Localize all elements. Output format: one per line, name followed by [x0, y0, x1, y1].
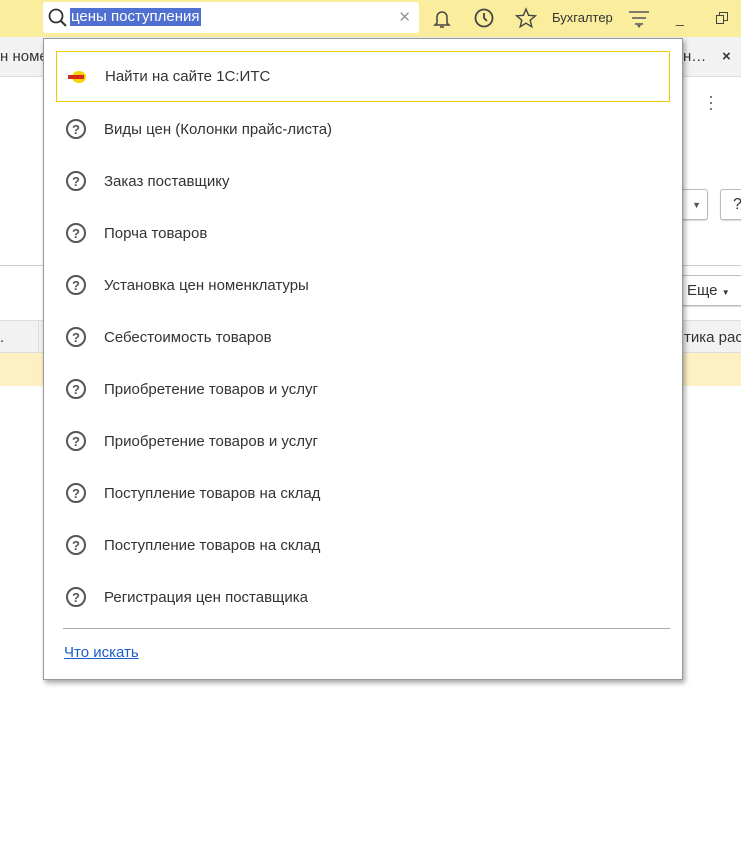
clear-search-icon[interactable]: ✕ [398, 8, 411, 26]
help-button[interactable]: ? [720, 189, 741, 220]
help-icon: ? [66, 275, 86, 295]
search-icon [48, 8, 67, 27]
tab-left[interactable]: н номе [0, 48, 48, 65]
suggestion-label: Поступление товаров на склад [104, 484, 321, 502]
its-logo-icon [66, 66, 88, 88]
search-input[interactable]: цены поступления [70, 8, 201, 26]
suggestion-item[interactable]: ? Заказ поставщику [56, 155, 670, 207]
suggestion-label: Найти на сайте 1С:ИТС [105, 68, 271, 85]
suggestion-item[interactable]: ? Поступление товаров на склад [56, 519, 670, 571]
main-menu-icon[interactable] [628, 7, 650, 29]
help-icon: ? [66, 327, 86, 347]
suggestion-item[interactable]: ? Себестоимость товаров [56, 311, 670, 363]
column-header-right[interactable]: тика рас [684, 329, 741, 346]
suggestion-label: Приобретение товаров и услуг [104, 432, 318, 450]
close-tab-button[interactable]: × [722, 48, 731, 65]
suggestion-item[interactable]: ? Порча товаров [56, 207, 670, 259]
top-bar: цены поступления ✕ Бухгалтер _ [0, 0, 741, 37]
chevron-down-icon: ▼ [721, 288, 730, 297]
more-actions-icon[interactable]: · · · [708, 87, 714, 117]
minimize-button[interactable]: _ [676, 10, 684, 26]
suggestion-label: Приобретение товаров и услуг [104, 380, 318, 398]
suggestion-label: Поступление товаров на склад [104, 536, 321, 554]
help-icon: ? [66, 223, 86, 243]
more-button-label: Еще [687, 282, 718, 299]
dropdown-divider [63, 628, 670, 629]
tab-right[interactable]: н… [683, 48, 706, 65]
suggestion-label: Себестоимость товаров [104, 328, 272, 346]
suggestion-label: Заказ поставщику [104, 172, 230, 190]
column-separator [38, 321, 39, 353]
help-icon: ? [66, 171, 86, 191]
star-icon[interactable] [515, 7, 537, 29]
help-icon: ? [66, 483, 86, 503]
search-field[interactable]: цены поступления ✕ [43, 2, 419, 33]
history-icon[interactable] [473, 7, 495, 29]
suggestion-item[interactable]: ? Приобретение товаров и услуг [56, 415, 670, 467]
suggestion-its-search[interactable]: Найти на сайте 1С:ИТС [56, 51, 670, 102]
suggestion-label: Виды цен (Колонки прайс-листа) [104, 120, 333, 138]
suggestion-item[interactable]: ? Приобретение товаров и услуг [56, 363, 670, 415]
what-to-search-link[interactable]: Что искать [64, 644, 139, 661]
user-name[interactable]: Бухгалтер [552, 10, 613, 25]
help-icon: ? [66, 535, 86, 555]
suggestion-item[interactable]: ? Поступление товаров на склад [56, 467, 670, 519]
help-icon: ? [66, 379, 86, 399]
search-suggestions-dropdown: Найти на сайте 1С:ИТС ? Виды цен (Колонки… [43, 38, 683, 680]
more-button[interactable]: Еще ▼ [676, 275, 741, 306]
suggestion-label: Установка цен номенклатуры [104, 276, 309, 294]
suggestion-label: Порча товаров [104, 224, 208, 242]
column-header-left[interactable]: . [0, 329, 4, 346]
help-icon: ? [66, 587, 86, 607]
suggestion-item[interactable]: ? Установка цен номенклатуры [56, 259, 670, 311]
bell-icon[interactable] [431, 7, 453, 29]
help-icon: ? [66, 119, 86, 139]
suggestion-label: Регистрация цен поставщика [104, 588, 309, 606]
suggestion-item[interactable]: ? Регистрация цен поставщика [56, 571, 670, 623]
restore-window-icon[interactable] [716, 12, 728, 24]
help-icon: ? [66, 431, 86, 451]
suggestion-item[interactable]: ? Виды цен (Колонки прайс-листа) [56, 103, 670, 155]
